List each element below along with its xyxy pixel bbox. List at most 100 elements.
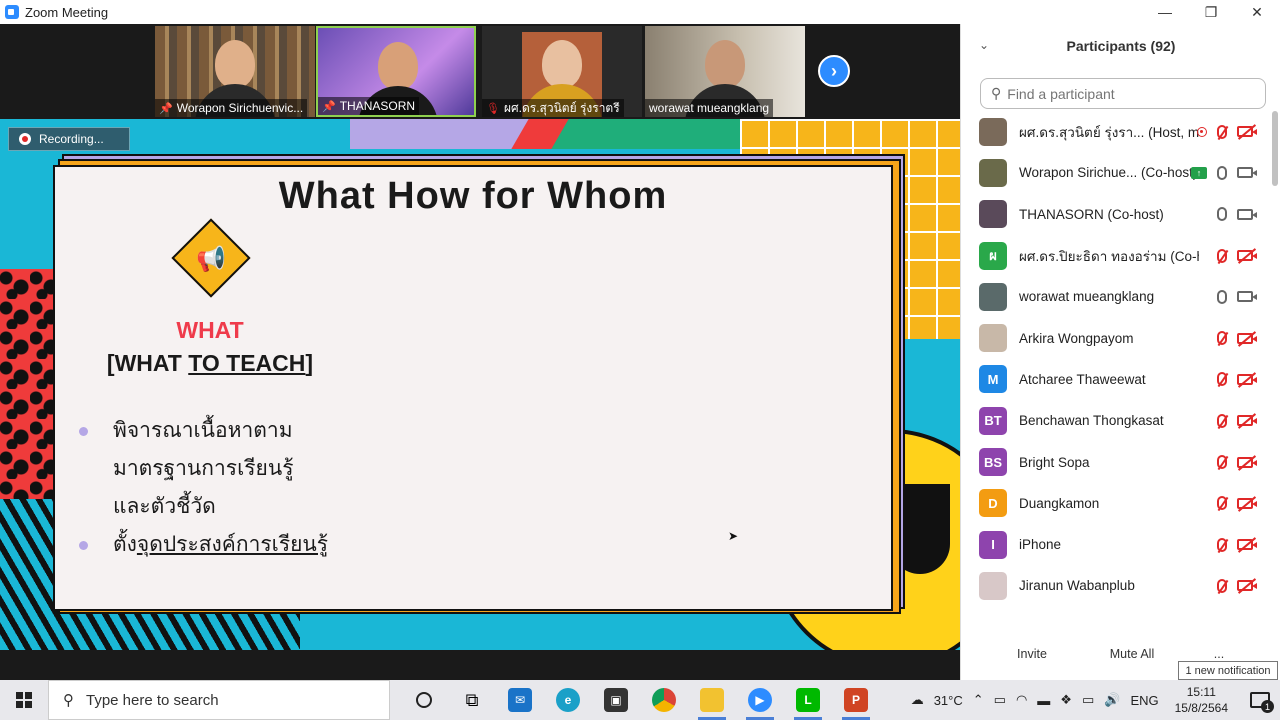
dropbox-icon[interactable]: ❖ — [1060, 692, 1072, 708]
participant-row[interactable]: BS Bright Sopa — [961, 441, 1271, 482]
taskbar-app-edge[interactable]: e — [544, 680, 592, 720]
windows-logo-icon — [16, 692, 32, 708]
chevron-up-icon[interactable]: ⌃ — [973, 692, 984, 708]
line-icon: L — [796, 688, 820, 712]
video-off-icon[interactable] — [1237, 539, 1257, 551]
taskbar-app-chrome[interactable] — [640, 680, 688, 720]
video-off-icon[interactable] — [1237, 415, 1257, 427]
video-off-icon[interactable] — [1237, 126, 1257, 138]
participant-row[interactable]: worawat mueangklang — [961, 276, 1271, 317]
mic-muted-icon[interactable] — [1217, 537, 1227, 552]
wifi-icon[interactable]: ◠ — [1016, 692, 1027, 708]
weather-icon[interactable]: ☁ — [911, 692, 924, 708]
scrollbar-thumb[interactable] — [1272, 111, 1278, 186]
participant-search-input[interactable] — [1007, 85, 1248, 102]
mic-muted-icon: 🎙 — [486, 102, 500, 115]
mic-muted-icon[interactable] — [1217, 413, 1227, 428]
participant-row[interactable]: BT Benchawan Thongkasat — [961, 400, 1271, 441]
meet-now-icon[interactable]: ▭ — [994, 692, 1006, 708]
avatar — [979, 158, 1007, 187]
mic-muted-icon[interactable] — [1217, 578, 1227, 593]
mic-muted-icon[interactable] — [1217, 124, 1227, 139]
mic-muted-icon[interactable] — [1217, 372, 1227, 387]
participant-name: worawat mueangklang — [1019, 289, 1155, 305]
video-off-icon[interactable] — [1237, 580, 1257, 592]
action-center-icon[interactable]: 1 — [1250, 692, 1274, 713]
video-tile-name: worawat mueangklang — [645, 99, 774, 117]
task-view-button[interactable]: ⧉ — [448, 680, 496, 720]
video-off-icon[interactable] — [1237, 456, 1257, 468]
mic-icon[interactable] — [1217, 207, 1227, 222]
taskbar-app-line[interactable]: L — [784, 680, 832, 720]
bullet-dot-icon — [79, 541, 88, 550]
avatar: ผ — [979, 241, 1007, 270]
video-off-icon[interactable] — [1237, 497, 1257, 509]
video-tile[interactable]: 📌 Worapon Sirichuenvic... — [155, 26, 315, 117]
chrome-icon — [652, 688, 676, 712]
video-off-icon[interactable] — [1237, 250, 1257, 262]
recording-indicator[interactable]: Recording... — [8, 127, 130, 151]
mic-icon[interactable] — [1217, 165, 1227, 180]
network-icon[interactable]: ▭ — [1082, 692, 1094, 708]
folder-icon — [700, 688, 724, 712]
bullet-item: พิจารณาเนื้อหาตาม มาตรฐานการเรียนรู้ และ… — [79, 412, 479, 526]
video-tile[interactable]: 🎙 ผศ.ดร.สุวนิตย์ รุ่งราตรี — [482, 26, 642, 117]
participant-row[interactable]: ผศ.ดร.สุวนิตย์ รุ่งรา... (Host, me) — [961, 111, 1271, 152]
taskbar-app-store[interactable]: ▣ — [592, 680, 640, 720]
participant-row[interactable]: I iPhone — [961, 524, 1271, 565]
bullet-item: ตั้งจุดประสงค์การเรียนรู้ — [79, 526, 479, 564]
volume-icon[interactable]: 🔊 — [1104, 692, 1120, 708]
participant-name: iPhone — [1019, 537, 1062, 553]
invite-button[interactable]: Invite — [1007, 640, 1057, 668]
taskbar-search[interactable]: ⚲ Type here to search — [48, 680, 390, 720]
cortana-button[interactable] — [400, 680, 448, 720]
video-off-icon[interactable] — [1237, 332, 1257, 344]
video-tile[interactable]: worawat mueangklang — [645, 26, 805, 117]
avatar: D — [979, 489, 1007, 518]
slide-decoration — [545, 119, 745, 149]
mic-muted-icon[interactable] — [1217, 455, 1227, 470]
avatar: BT — [979, 406, 1007, 435]
presentation-slide: What How for Whom 📢 WHAT [WHAT TO TEACH]… — [53, 165, 893, 611]
new-notification-tooltip[interactable]: 1 new notification — [1178, 661, 1278, 680]
video-icon[interactable] — [1237, 291, 1257, 303]
participant-row[interactable]: Worapon Sirichue... (Co-host) ↑ — [961, 152, 1271, 193]
avatar: M — [979, 365, 1007, 394]
bullet-dot-icon — [79, 427, 88, 436]
battery-icon[interactable]: ▬ — [1037, 693, 1050, 708]
minimize-button[interactable]: — — [1142, 0, 1188, 24]
participant-row[interactable]: M Atcharee Thaweewat — [961, 359, 1271, 400]
taskbar-app-file-explorer[interactable] — [688, 680, 736, 720]
mic-icon[interactable] — [1217, 289, 1227, 304]
start-button[interactable] — [0, 680, 48, 720]
mute-all-button[interactable]: Mute All — [1101, 640, 1163, 668]
video-icon[interactable] — [1237, 208, 1257, 220]
input-language[interactable]: ENG — [1130, 693, 1158, 708]
participant-row[interactable]: D Duangkamon — [961, 483, 1271, 524]
video-tile-name: 🎙 ผศ.ดร.สุวนิตย์ รุ่งราตรี — [482, 99, 624, 117]
windows-taskbar: ⚲ Type here to search ⧉ ✉ e ▣ ▶ L P ☁ 31… — [0, 680, 1280, 720]
mic-muted-icon[interactable] — [1217, 496, 1227, 511]
video-off-icon[interactable] — [1237, 373, 1257, 385]
video-tile-active-speaker[interactable]: 📌 THANASORN — [316, 26, 476, 117]
participant-row[interactable]: THANASORN (Co-host) — [961, 194, 1271, 235]
close-button[interactable]: ✕ — [1234, 0, 1280, 24]
taskbar-app-powerpoint[interactable]: P — [832, 680, 880, 720]
participant-list-scrollbar[interactable] — [1272, 111, 1278, 631]
participant-row[interactable]: ผ ผศ.ดร.ปิยะธิดา ทองอร่าม (Co-host) — [961, 235, 1271, 276]
participant-row[interactable]: Arkira Wongpayom — [961, 317, 1271, 358]
temperature[interactable]: 31°C — [934, 693, 963, 708]
search-icon: ⚲ — [63, 692, 74, 709]
participant-row[interactable]: Jiranun Wabanplub — [961, 565, 1271, 606]
mic-muted-icon[interactable] — [1217, 248, 1227, 263]
video-icon[interactable] — [1237, 167, 1257, 179]
taskbar-app-mail[interactable]: ✉ — [496, 680, 544, 720]
next-page-button[interactable]: › — [818, 55, 850, 87]
participant-name: ผศ.ดร.ปิยะธิดา ทองอร่าม (Co-host) — [1019, 248, 1199, 264]
window-title: Zoom Meeting — [25, 4, 109, 20]
system-clock[interactable]: 15:11 15/8/2564 — [1175, 684, 1228, 716]
maximize-button[interactable]: ❐ — [1188, 0, 1234, 24]
mic-muted-icon[interactable] — [1217, 331, 1227, 346]
taskbar-app-zoom[interactable]: ▶ — [736, 680, 784, 720]
participant-search[interactable]: ⚲ — [980, 78, 1266, 109]
